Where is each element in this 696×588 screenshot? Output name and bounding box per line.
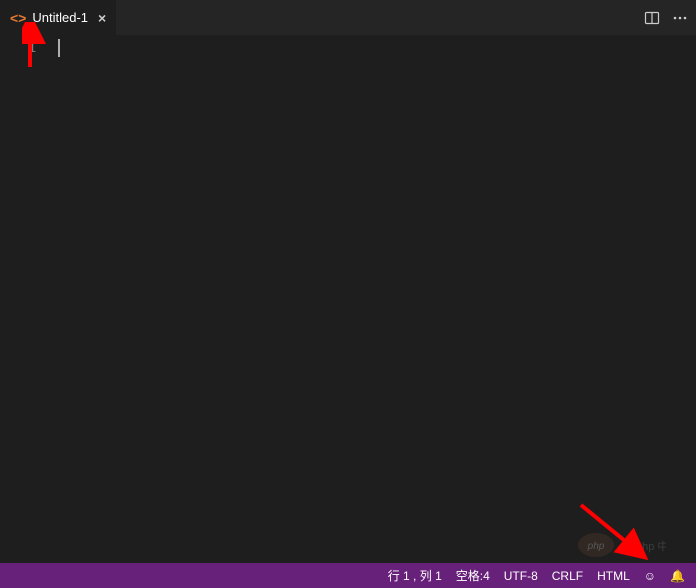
text-cursor bbox=[58, 39, 60, 57]
status-language-mode[interactable]: HTML bbox=[590, 563, 637, 588]
split-editor-icon[interactable] bbox=[644, 10, 660, 26]
line-number: 1 bbox=[0, 39, 36, 58]
status-cursor-position[interactable]: 行 1 , 列 1 bbox=[381, 563, 449, 588]
line-number-gutter: 1 bbox=[0, 35, 50, 563]
notifications-bell-icon[interactable]: 🔔 bbox=[663, 563, 692, 588]
status-bar: 行 1 , 列 1 空格:4 UTF-8 CRLF HTML ☺ 🔔 bbox=[0, 563, 696, 588]
status-indentation[interactable]: 空格:4 bbox=[449, 563, 497, 588]
code-content[interactable] bbox=[50, 35, 696, 563]
tab-untitled-1[interactable]: <> Untitled-1 × bbox=[0, 0, 117, 35]
more-actions-icon[interactable] bbox=[672, 10, 688, 26]
editor-area[interactable]: 1 bbox=[0, 35, 696, 563]
status-encoding[interactable]: UTF-8 bbox=[497, 563, 545, 588]
tab-bar: <> Untitled-1 × bbox=[0, 0, 696, 35]
feedback-smile-icon[interactable]: ☺ bbox=[637, 563, 663, 588]
status-eol[interactable]: CRLF bbox=[545, 563, 590, 588]
editor-actions bbox=[644, 0, 696, 35]
html-file-icon: <> bbox=[10, 10, 26, 26]
close-tab-icon[interactable]: × bbox=[98, 10, 106, 26]
tab-label: Untitled-1 bbox=[32, 10, 88, 25]
tabs-container: <> Untitled-1 × bbox=[0, 0, 117, 35]
